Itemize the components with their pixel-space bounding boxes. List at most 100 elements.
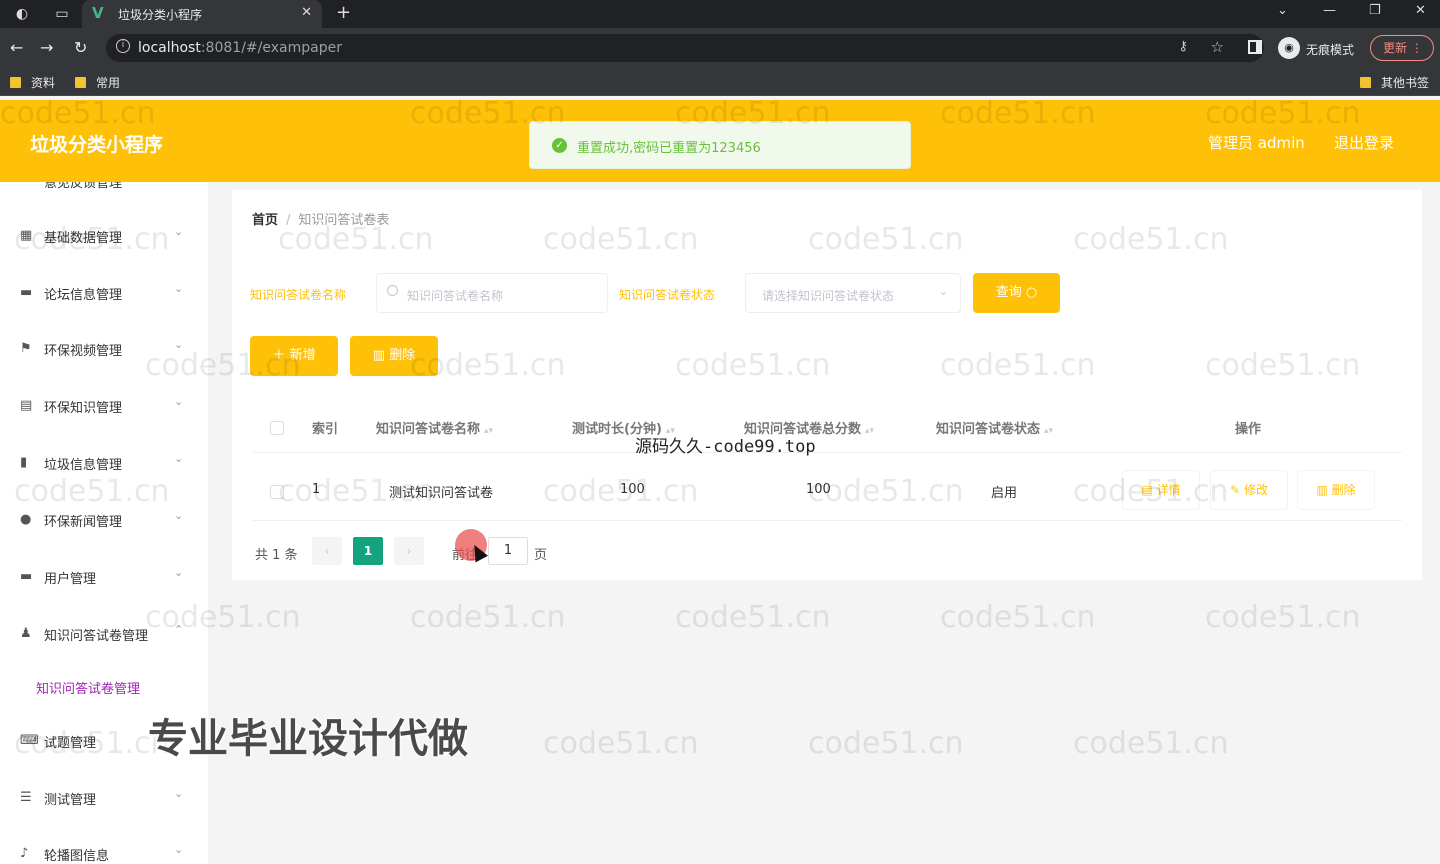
trash-icon: ▥	[1316, 483, 1328, 497]
sidebar-subitem-exampaper[interactable]: 知识问答试卷管理	[36, 678, 140, 697]
flag-icon: ⚑	[20, 341, 32, 356]
close-window-icon[interactable]: ✕	[1415, 3, 1426, 18]
chevron-up-icon: ⌃	[174, 623, 184, 636]
chevron-down-icon: ⌄	[174, 509, 184, 522]
bookmark-folder-ziliao[interactable]: 资料	[10, 74, 55, 91]
chevron-down-icon: ⌄	[174, 566, 184, 579]
row-detail-button[interactable]: ▤ 详情	[1122, 470, 1200, 510]
watermark: code51.cn	[543, 726, 699, 761]
browser-tab-title: 垃圾分类小程序	[118, 8, 203, 22]
vue-logo-icon: V	[92, 4, 104, 22]
bookmark-folder-changyong[interactable]: 常用	[75, 74, 120, 91]
success-toast: ✓ 重置成功,密码已重置为123456	[529, 121, 911, 169]
delete-button[interactable]: ▥ 删除	[350, 336, 438, 376]
status-filter-select[interactable]: 请选择知识问答试卷状态 ⌄	[745, 273, 961, 313]
sidebar-item-tests[interactable]: ☰ 测试管理 ⌄	[0, 782, 208, 812]
chevron-left-icon: ‹	[324, 544, 330, 558]
bookmark-star-icon[interactable]: ☆	[1211, 38, 1224, 56]
chevron-down-icon: ⌄	[174, 843, 184, 856]
table-row-divider	[252, 520, 1402, 521]
new-tab-icon[interactable]: +	[336, 2, 351, 23]
monitor-icon: ▬	[20, 285, 33, 300]
sidebar-item-exampaper[interactable]: ♟ 知识问答试卷管理 ⌃	[0, 618, 208, 648]
reload-icon[interactable]: ↻	[74, 38, 87, 57]
chevron-down-icon: ⌄	[174, 452, 184, 465]
side-panel-icon[interactable]	[1248, 40, 1262, 54]
breadcrumb-home[interactable]: 首页	[252, 213, 278, 228]
back-arrow-icon[interactable]: ←	[10, 38, 23, 57]
browser-update-button[interactable]: 更新 ⋮	[1370, 35, 1434, 61]
detail-icon: ▤	[1141, 483, 1153, 497]
forward-arrow-icon[interactable]: →	[40, 38, 53, 57]
restore-icon[interactable]: ❐	[1369, 3, 1381, 18]
incognito-label: 无痕模式	[1306, 43, 1355, 57]
sidebar-item-partial[interactable]: 意见反馈管理	[44, 182, 122, 191]
address-bar[interactable]: i localhost:8081/#/exampaper ⚷ ☆	[106, 34, 1264, 62]
sidebar-item-forum[interactable]: ▬ 论坛信息管理 ⌄	[0, 277, 208, 307]
list-icon: ☰	[20, 790, 32, 805]
user-icon: ♟	[20, 626, 32, 641]
trash-icon: ▥	[372, 348, 386, 363]
prev-page-button[interactable]: ‹	[312, 537, 342, 565]
sidebar-item-users[interactable]: ▬ 用户管理 ⌄	[0, 561, 208, 591]
search-icon	[387, 285, 398, 296]
col-name[interactable]: 知识问答试卷名称 ▴▾	[376, 418, 493, 437]
url-text[interactable]: localhost:8081/#/exampaper	[138, 40, 342, 56]
site-info-icon[interactable]: i	[116, 39, 130, 53]
select-all-checkbox[interactable]	[270, 421, 284, 435]
chat-icon: ▬	[20, 569, 33, 584]
folder-icon	[10, 77, 21, 88]
other-bookmarks[interactable]: 其他书签	[1360, 74, 1429, 91]
minimize-icon[interactable]: —	[1323, 3, 1336, 18]
tab-search-chevron-icon[interactable]: ⌄	[1277, 3, 1288, 18]
breadcrumb: 首页 / 知识问答试卷表	[252, 213, 390, 228]
sidebar-item-knowledge[interactable]: ▤ 环保知识管理 ⌄	[0, 390, 208, 420]
sidebar-item-video[interactable]: ⚑ 环保视频管理 ⌄	[0, 333, 208, 363]
pagination-total: 共 1 条	[255, 548, 298, 563]
source-overlay-text: 源码久久-code99.top	[635, 437, 816, 457]
row-delete-button[interactable]: ▥ 删除	[1297, 470, 1375, 510]
sidebar-item-garbage[interactable]: ▮ 垃圾信息管理 ⌄	[0, 447, 208, 477]
admin-label: 管理员 admin	[1208, 134, 1305, 152]
watermark: code51.cn	[808, 726, 964, 761]
goto-page-input[interactable]: 1	[488, 537, 528, 565]
goto-suffix: 页	[534, 548, 548, 563]
name-filter-label: 知识问答试卷名称	[250, 288, 347, 302]
cell-total: 100	[806, 482, 831, 497]
document-icon: ▤	[20, 398, 33, 413]
sidebar-item-news[interactable]: ● 环保新闻管理 ⌄	[0, 504, 208, 534]
watermark: code51.cn	[675, 600, 831, 635]
row-checkbox[interactable]	[270, 485, 284, 499]
page-number-button[interactable]: 1	[353, 537, 383, 565]
status-filter-label: 知识问答试卷状态	[619, 288, 716, 302]
bookmarks-bar: 资料 常用 其他书签	[0, 68, 1440, 96]
chevron-down-icon: ⌄	[174, 282, 184, 295]
sidebar-item-carousel[interactable]: ♪ 轮播图信息 ⌄	[0, 838, 208, 864]
sort-icon: ▴▾	[484, 426, 494, 436]
row-edit-button[interactable]: ✎ 修改	[1210, 470, 1288, 510]
add-button[interactable]: ＋ 新增	[250, 336, 338, 376]
col-index: 索引	[312, 422, 339, 437]
browser-profile-icon[interactable]: ◐	[12, 4, 32, 24]
name-filter-input[interactable]: 知识问答试卷名称	[376, 273, 608, 313]
tab-overview-icon[interactable]: ▭	[52, 4, 72, 24]
close-tab-icon[interactable]: ✕	[301, 5, 312, 20]
logout-link[interactable]: 退出登录	[1334, 132, 1394, 153]
next-page-button[interactable]: ›	[394, 537, 424, 565]
search-icon: ○	[1025, 285, 1038, 300]
main-content: 首页 / 知识问答试卷表 知识问答试卷名称 知识问答试卷名称 知识问答试卷状态 请选…	[232, 190, 1422, 580]
bar-chart-icon: ▮	[20, 455, 28, 470]
browser-tab-active[interactable]: V 垃圾分类小程序 ✕	[82, 0, 322, 28]
chevron-right-icon: ›	[406, 544, 412, 558]
watermark: code51.cn	[410, 600, 566, 635]
keyboard-icon: ⌨	[20, 733, 39, 748]
sidebar-item-basic-data[interactable]: ▦ 基础数据管理 ⌄	[0, 220, 208, 250]
password-key-icon[interactable]: ⚷	[1178, 39, 1188, 54]
incognito-icon[interactable]: ◉	[1278, 37, 1300, 59]
chevron-down-icon: ⌄	[174, 787, 184, 800]
col-status[interactable]: 知识问答试卷状态 ▴▾	[936, 418, 1053, 437]
cell-index: 1	[312, 482, 321, 497]
query-button[interactable]: 查询 ○	[973, 273, 1060, 313]
sort-icon: ▴▾	[1044, 426, 1054, 436]
chevron-down-icon: ⌄	[174, 338, 184, 351]
